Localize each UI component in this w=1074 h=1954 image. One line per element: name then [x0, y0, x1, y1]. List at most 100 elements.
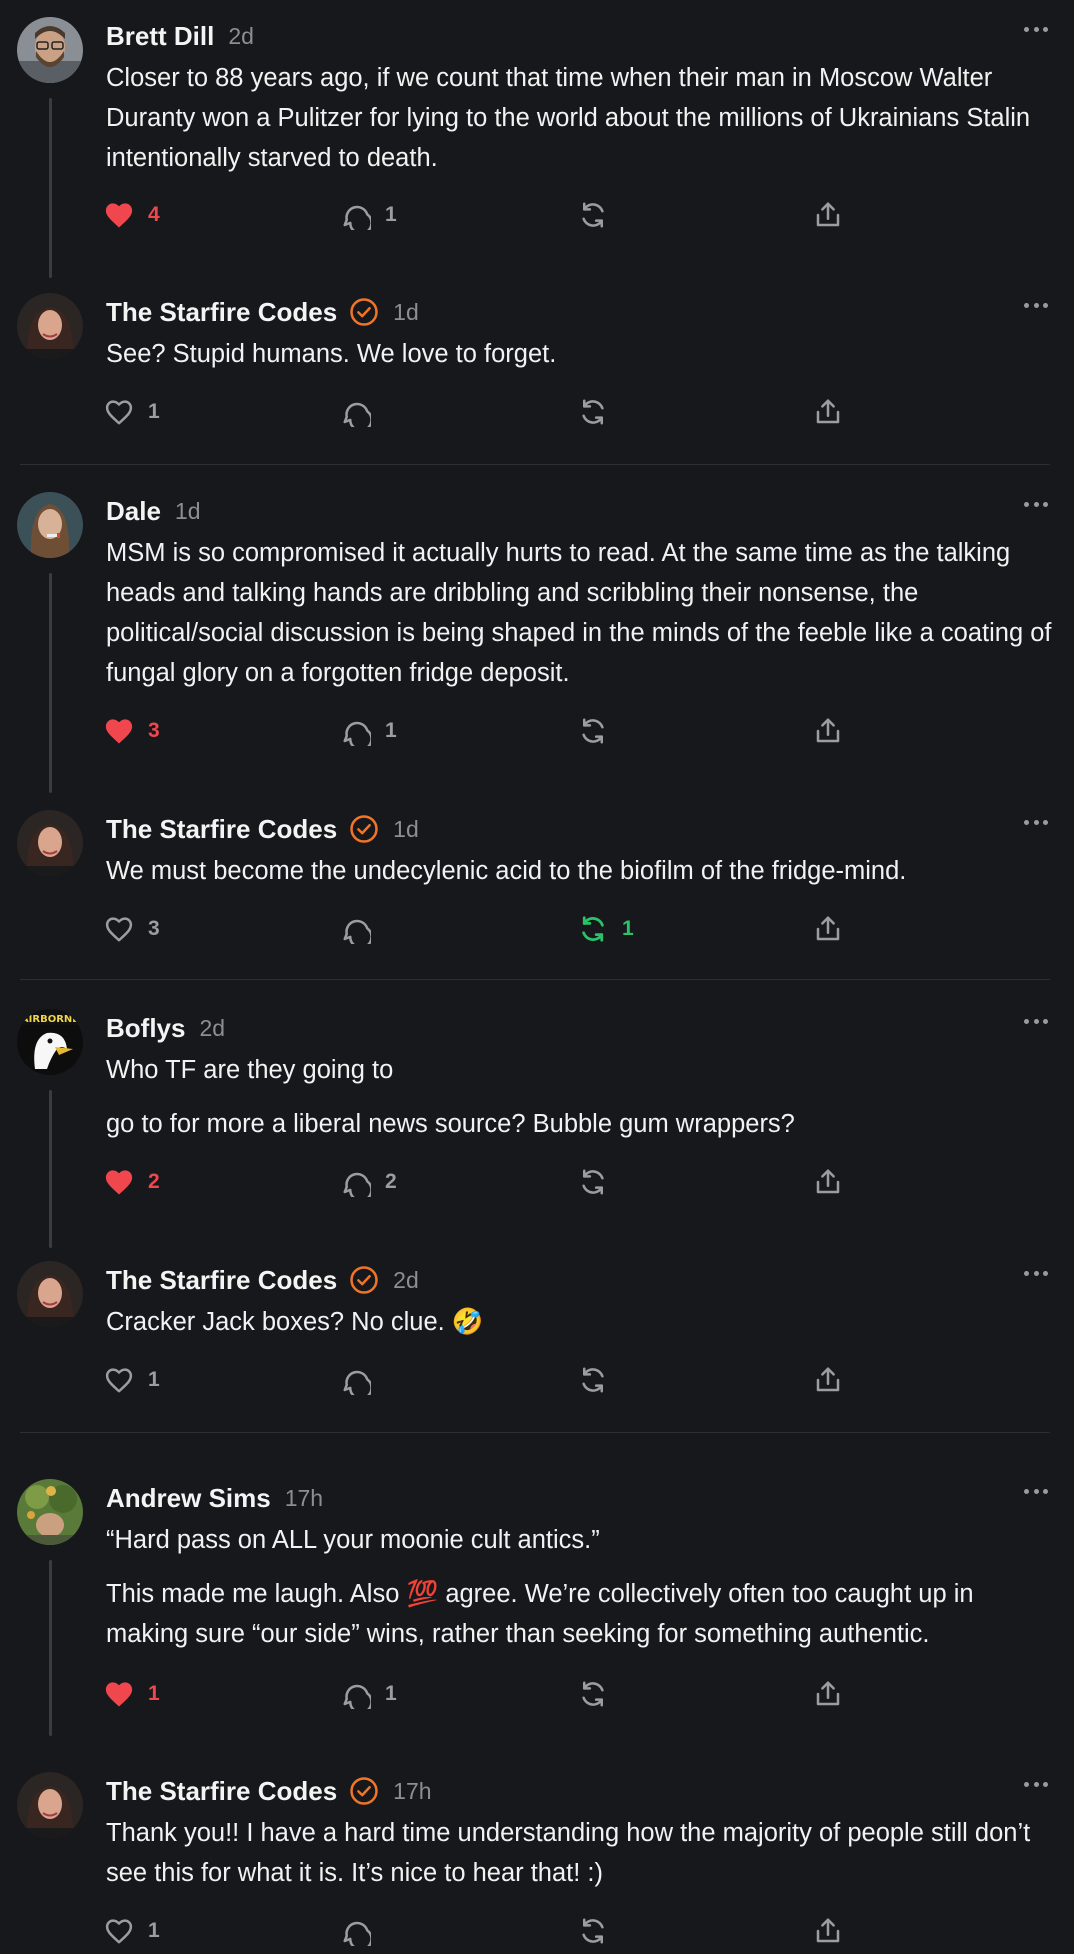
reply-button[interactable]: [341, 392, 385, 432]
more-dots-icon[interactable]: [1024, 1016, 1048, 1026]
restack-button[interactable]: [578, 1674, 622, 1714]
like-button[interactable]: 3: [104, 711, 160, 751]
restack-button[interactable]: [578, 1911, 622, 1951]
share-button[interactable]: [813, 1360, 843, 1400]
author-name[interactable]: Brett Dill: [106, 21, 214, 52]
comment-body: Closer to 88 years ago, if we count that…: [106, 58, 1056, 192]
avatar[interactable]: [17, 1479, 83, 1545]
like-count: 1: [148, 1919, 160, 1942]
share-button[interactable]: [813, 711, 843, 751]
share-button[interactable]: [813, 1674, 843, 1714]
comment: Dale 1d MSM is so compromised it actuall…: [0, 475, 1074, 805]
more-dots-icon[interactable]: [1024, 300, 1048, 310]
more-dots-icon[interactable]: [1024, 1486, 1048, 1496]
avatar[interactable]: [17, 293, 83, 359]
comment-actions: 1 1: [0, 1674, 1074, 1714]
like-button[interactable]: 1: [104, 1911, 160, 1951]
timestamp[interactable]: 2d: [393, 1267, 419, 1294]
restack-button[interactable]: [578, 195, 622, 235]
timestamp[interactable]: 1d: [393, 816, 419, 843]
reply-button[interactable]: 2: [341, 1162, 397, 1202]
more-dots-icon[interactable]: [1024, 24, 1048, 34]
avatar[interactable]: [17, 492, 83, 558]
like-button[interactable]: 1: [104, 392, 160, 432]
reply-button[interactable]: [341, 909, 385, 949]
share-icon: [816, 1169, 840, 1194]
reply-button[interactable]: [341, 1360, 385, 1400]
comment-text: Closer to 88 years ago, if we count that…: [106, 64, 1031, 172]
share-button[interactable]: [813, 909, 843, 949]
comment-text: Who TF are they going to: [106, 1056, 394, 1084]
restack-button[interactable]: [578, 392, 622, 432]
author-name[interactable]: The Starfire Codes: [106, 1776, 337, 1807]
reply-button[interactable]: 1: [341, 195, 397, 235]
avatar-text: AIRBORNE: [21, 1014, 79, 1025]
timestamp[interactable]: 2d: [228, 23, 254, 50]
comment-actions: 1: [0, 1360, 1074, 1400]
author-name[interactable]: The Starfire Codes: [106, 1265, 337, 1296]
share-button[interactable]: [813, 392, 843, 432]
avatar[interactable]: AIRBORNE: [17, 1009, 83, 1075]
more-dots-icon[interactable]: [1024, 817, 1048, 827]
share-icon: [816, 1367, 840, 1392]
author-name[interactable]: Boflys: [106, 1013, 185, 1044]
thread-line: [49, 98, 52, 278]
thread-divider: [20, 979, 1050, 980]
avatar[interactable]: [17, 1772, 83, 1838]
like-button[interactable]: 4: [104, 195, 160, 235]
heart-icon: [105, 203, 133, 228]
share-button[interactable]: [813, 1911, 843, 1951]
author-name[interactable]: Andrew Sims: [106, 1483, 271, 1514]
restack-button[interactable]: [578, 1360, 622, 1400]
like-button[interactable]: 2: [104, 1162, 160, 1202]
timestamp[interactable]: 1d: [175, 498, 201, 525]
comment-text: go to for more a liberal news source? Bu…: [106, 1110, 795, 1138]
comment: AIRBORNE Boflys 2d Who TF are they going…: [0, 992, 1074, 1262]
share-button[interactable]: [813, 1162, 843, 1202]
heart-icon: [105, 1682, 133, 1707]
comment-header: Andrew Sims 17h: [106, 1481, 323, 1515]
comment-actions: 3 1: [0, 711, 1074, 751]
timestamp[interactable]: 17h: [393, 1778, 431, 1805]
comment-actions: 4 1: [0, 195, 1074, 235]
like-button[interactable]: 1: [104, 1360, 160, 1400]
restack-button[interactable]: [578, 1162, 622, 1202]
share-button[interactable]: [813, 195, 843, 235]
author-name[interactable]: Dale: [106, 496, 161, 527]
like-button[interactable]: 1: [104, 1674, 160, 1714]
reply-count: 1: [385, 1682, 397, 1705]
reply-button[interactable]: [341, 1911, 385, 1951]
heart-icon: [105, 917, 133, 942]
like-button[interactable]: 3: [104, 909, 160, 949]
comment-text: See? Stupid humans. We love to forget.: [106, 340, 557, 368]
share-icon: [816, 399, 840, 424]
speech-bubble-icon: [343, 402, 371, 427]
speech-bubble-icon: [343, 1370, 371, 1395]
avatar[interactable]: [17, 1261, 83, 1327]
reply-button[interactable]: 1: [341, 711, 397, 751]
timestamp[interactable]: 1d: [393, 299, 419, 326]
comment-header: Dale 1d: [106, 494, 201, 528]
like-count: 4: [148, 203, 160, 226]
author-name[interactable]: The Starfire Codes: [106, 297, 337, 328]
comment-header: Boflys 2d: [106, 1011, 225, 1045]
timestamp[interactable]: 17h: [285, 1485, 323, 1512]
avatar[interactable]: [17, 17, 83, 83]
speech-bubble-icon: [343, 205, 371, 230]
more-dots-icon[interactable]: [1024, 499, 1048, 509]
comment-body: Cracker Jack boxes? No clue. 🤣: [106, 1302, 1056, 1356]
restack-button[interactable]: 1: [578, 909, 634, 949]
avatar[interactable]: [17, 810, 83, 876]
restack-arrows-icon: [582, 916, 604, 942]
restack-button[interactable]: [578, 711, 622, 751]
comment-header: The Starfire Codes 17h: [106, 1774, 432, 1808]
more-dots-icon[interactable]: [1024, 1268, 1048, 1278]
timestamp[interactable]: 2d: [199, 1015, 225, 1042]
author-name[interactable]: The Starfire Codes: [106, 814, 337, 845]
restack-count: 1: [622, 917, 634, 940]
more-dots-icon[interactable]: [1024, 1779, 1048, 1789]
share-icon: [816, 1681, 840, 1706]
share-icon: [816, 202, 840, 227]
reply-button[interactable]: 1: [341, 1674, 397, 1714]
thread-divider: [20, 1432, 1050, 1433]
